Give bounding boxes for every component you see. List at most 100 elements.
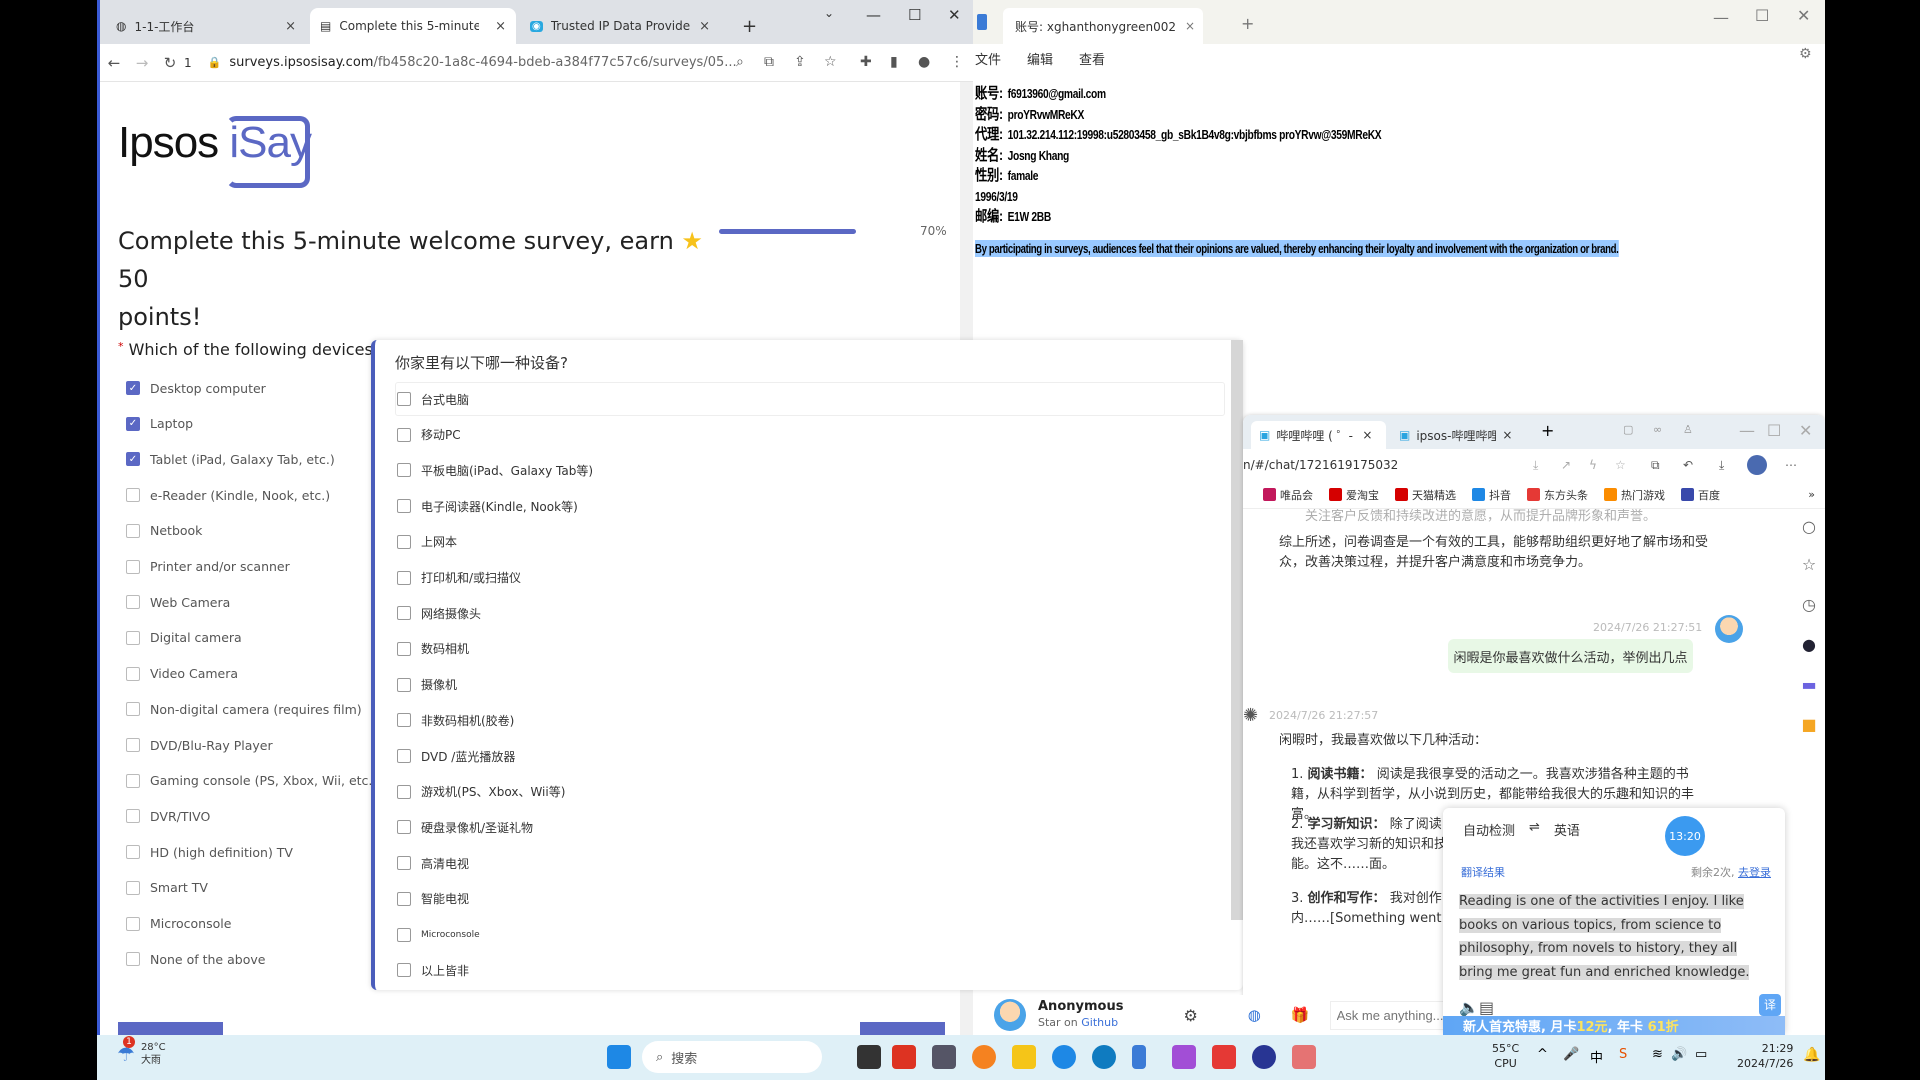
maximize-icon[interactable]: ☐ — [1767, 421, 1781, 440]
checkbox[interactable] — [126, 702, 140, 717]
bookmark-item[interactable]: 爱淘宝 — [1329, 487, 1379, 503]
game-icon[interactable]: ▬ — [1797, 675, 1821, 694]
settings-icon[interactable]: ⚙ — [1183, 1006, 1197, 1025]
checkbox[interactable] — [397, 820, 411, 835]
overlay-option[interactable]: 打印机和/或扫描仪 — [397, 565, 521, 591]
copy-icon[interactable]: ▤ — [1479, 998, 1494, 1017]
close-tab-icon[interactable]: × — [1502, 428, 1512, 442]
checkbox[interactable] — [397, 713, 411, 728]
translate-icon[interactable]: ⧉ — [764, 54, 774, 70]
checkbox[interactable] — [126, 952, 140, 967]
overlay-option[interactable]: 摄像机 — [397, 672, 457, 698]
checkbox[interactable] — [397, 392, 411, 406]
checkbox[interactable] — [126, 809, 140, 824]
start-icon[interactable] — [607, 1045, 631, 1069]
checkbox[interactable] — [397, 891, 411, 906]
tab-bilibili[interactable]: ▣ 哔哩哔哩 ( ゜- ゜)つ × — [1251, 421, 1386, 449]
translation-result[interactable]: Reading is one of the activities I enjoy… — [1459, 890, 1764, 984]
checkbox[interactable] — [397, 534, 411, 549]
checkbox[interactable] — [397, 963, 411, 978]
wifi-icon[interactable]: ≋ — [1652, 1047, 1663, 1062]
checkbox[interactable] — [126, 916, 140, 931]
ime-indicator[interactable]: 中 — [1590, 1047, 1603, 1066]
checkbox[interactable]: ✓ — [126, 416, 140, 431]
weather-widget[interactable]: ☂ 1 28°C 大雨 — [117, 1036, 166, 1067]
tab-count-icon[interactable]: ▢ — [1623, 423, 1633, 436]
survey-option[interactable]: Gaming console (PS, Xbox, Wii, etc.) — [126, 769, 377, 793]
highlighted-text[interactable]: By participating in surveys, audiences f… — [975, 240, 1619, 257]
checkbox[interactable] — [126, 845, 140, 860]
profile-icon[interactable]: ● — [918, 54, 930, 70]
promo-banner[interactable]: 新人首充特惠, 月卡12元, 年卡 61折 — [1443, 1016, 1785, 1035]
menu-file[interactable]: 文件 — [975, 49, 1001, 68]
search-box[interactable]: ⌕ 搜索 — [642, 1041, 822, 1073]
tab-survey[interactable]: ▤ Complete this 5-minute wel × — [310, 8, 516, 44]
forward-icon[interactable]: → — [128, 54, 156, 72]
taskview-icon[interactable] — [857, 1045, 881, 1069]
more-bookmarks-icon[interactable]: » — [1808, 488, 1815, 501]
vpn-icon[interactable] — [1292, 1045, 1316, 1069]
avatar[interactable] — [1747, 455, 1767, 475]
checkbox[interactable] — [397, 856, 411, 871]
close-tab-icon[interactable]: × — [1362, 428, 1372, 442]
extensions-icon[interactable]: ✚ — [860, 54, 872, 70]
survey-option[interactable]: ✓ Desktop computer — [126, 376, 266, 400]
close-tab-icon[interactable]: × — [285, 19, 296, 34]
bookmark-star-icon[interactable]: ☆ — [824, 54, 837, 70]
checkbox[interactable] — [397, 677, 411, 692]
survey-option[interactable]: None of the above — [126, 947, 265, 971]
close-tab-icon[interactable]: × — [699, 19, 710, 34]
survey-option[interactable]: ✓ Tablet (iPad, Galaxy Tab, etc.) — [126, 447, 335, 471]
survey-option[interactable]: e-Reader (Kindle, Nook, etc.) — [126, 483, 330, 507]
sogou-icon[interactable]: S — [1619, 1047, 1627, 1062]
login-link[interactable]: 去登录 — [1738, 866, 1771, 879]
overlay-option[interactable]: 平板电脑(iPad、Galaxy Tab等) — [397, 457, 593, 483]
tab-search-icon[interactable]: ⌄ — [824, 6, 834, 20]
close-tab-icon[interactable]: × — [1185, 19, 1195, 33]
assistant-icon[interactable]: ● — [1797, 635, 1821, 654]
new-tab-button[interactable]: + — [732, 8, 767, 44]
survey-option[interactable]: Digital camera — [126, 626, 242, 650]
checkbox[interactable] — [126, 880, 140, 895]
extensions-icon[interactable]: ⧉ — [1651, 458, 1660, 473]
overlay-option[interactable]: 高清电视 — [397, 850, 469, 876]
translate-button[interactable]: 译 — [1759, 994, 1781, 1016]
survey-option[interactable]: Video Camera — [126, 662, 238, 686]
history-icon[interactable]: ◷ — [1797, 595, 1821, 614]
survey-option[interactable]: DVR/TIVO — [126, 804, 210, 828]
clock[interactable]: 21:29 2024/7/26 — [1737, 1041, 1793, 1071]
bookmark-item[interactable]: 唯品会 — [1263, 487, 1313, 503]
speaker-icon[interactable]: 🔈 — [1459, 998, 1479, 1017]
favorite-icon[interactable]: ☆ — [1615, 458, 1626, 472]
overlay-option[interactable]: 移动PC — [397, 422, 461, 448]
new-tab-button[interactable]: + — [1541, 421, 1554, 440]
survey-option[interactable]: Web Camera — [126, 590, 230, 614]
globe-icon[interactable]: ◍ — [1248, 1006, 1261, 1024]
survey-option[interactable]: HD (high definition) TV — [126, 840, 293, 864]
overlay-option[interactable]: 台式电脑 — [397, 386, 469, 412]
checkbox[interactable] — [397, 641, 411, 656]
overlay-option[interactable]: DVD /蓝光播放器 — [397, 743, 515, 769]
back-icon[interactable]: ← — [100, 54, 128, 72]
minimize-icon[interactable]: — — [1713, 8, 1729, 27]
menu-edit[interactable]: 编辑 — [1027, 49, 1053, 68]
close-window-icon[interactable]: ✕ — [1799, 421, 1812, 440]
app-icon[interactable] — [932, 1045, 956, 1069]
checkbox[interactable] — [397, 784, 411, 799]
bookmark-item[interactable]: 东方头条 — [1527, 487, 1588, 503]
app-icon[interactable] — [1252, 1045, 1276, 1069]
overlay-option[interactable]: 上网本 — [397, 529, 457, 555]
battery-icon[interactable]: ▭ — [1695, 1047, 1707, 1062]
share-icon[interactable]: ⇪ — [794, 54, 806, 70]
notification-bell-icon[interactable]: 🔔 — [1803, 1047, 1820, 1063]
undo-icon[interactable]: ↶ — [1683, 458, 1693, 472]
mic-icon[interactable]: 🎤 — [1563, 1047, 1579, 1062]
checkbox[interactable] — [397, 606, 411, 621]
chevron-up-icon[interactable]: ^ — [1537, 1047, 1548, 1062]
overlay-option[interactable]: 电子阅读器(Kindle, Nook等) — [397, 493, 578, 519]
reload-icon[interactable]: ↻ — [156, 54, 184, 72]
youdao-icon[interactable] — [892, 1045, 916, 1069]
search-icon[interactable]: ○ — [1797, 517, 1821, 536]
chat-input[interactable] — [1329, 1000, 1450, 1030]
volume-icon[interactable]: 🔊 — [1671, 1047, 1687, 1062]
